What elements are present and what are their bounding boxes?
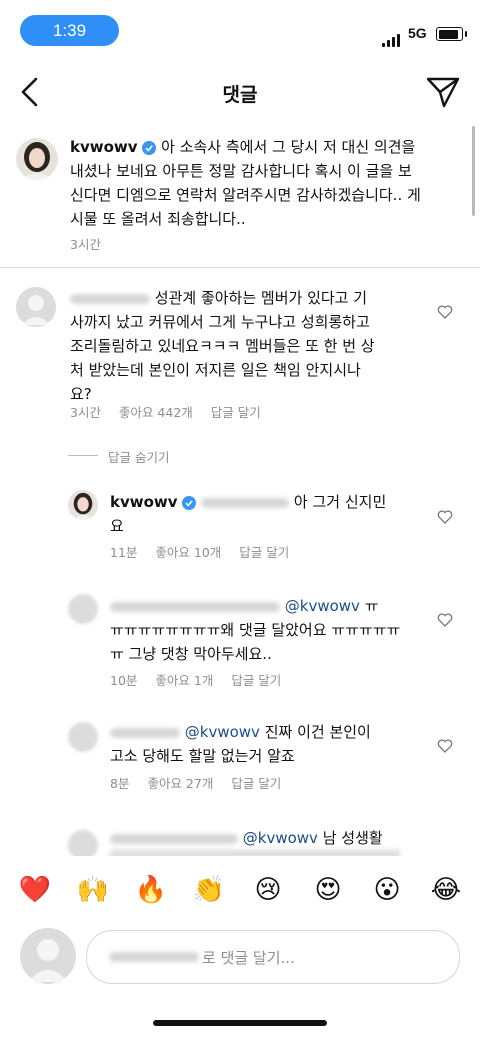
- reply-mention[interactable]: @kvwowv: [185, 723, 260, 741]
- scrollbar[interactable]: [472, 126, 475, 216]
- reply-line: ㅠㅠㅠㅠㅠㅠㅠㅠ왜 댓글 달았어요 ㅠㅠㅠㅠㅠ: [110, 621, 401, 639]
- my-avatar[interactable]: [20, 928, 76, 984]
- blurred-username: [110, 601, 280, 612]
- caption-line: 신다면 디엠으로 연락처 알려주시면 감사하겠습니다.. 게: [70, 186, 421, 204]
- reply-line: 진짜 이건 본인이: [264, 723, 371, 741]
- caption-text: kvwowv 아 소속사 측에서 그 당시 저 대신 의견을 내셨나 보네요 아…: [70, 135, 465, 231]
- reply-line: 고소 당해도 할말 없는거 알죠: [110, 747, 295, 765]
- caption-line: 아 소속사 측에서 그 당시 저 대신 의견을: [161, 138, 416, 156]
- caption-line: 내셨나 보네요 아무튼 정말 감사합니다 혹시 이 글을 보: [70, 162, 412, 180]
- send-icon[interactable]: [424, 74, 462, 110]
- comment-avatar[interactable]: [16, 287, 56, 327]
- caption-avatar[interactable]: [16, 138, 58, 180]
- comment-text: 성관계 좋아하는 멤버가 있다고 기 사까지 났고 커뮤에서 그게 누구냐고 성…: [70, 286, 442, 406]
- reply-likes[interactable]: 좋아요 10개: [155, 545, 221, 560]
- hide-replies-line: [68, 455, 98, 456]
- status-time: 1:39: [20, 15, 119, 46]
- comment-line: 처 받았는데 본인이 저지른 일은 책임 안지시나: [70, 361, 361, 379]
- comment-meta: 3시간 좋아요 442개 답글 달기: [70, 402, 275, 421]
- comment-line: 사까지 났고 커뮤에서 그게 누구냐고 성희롱하고: [70, 313, 370, 331]
- reply-text: @kvwowv 진짜 이건 본인이 고소 당해도 할말 없는거 알죠: [110, 720, 430, 768]
- emoji-raised-hands[interactable]: 🙌: [75, 872, 111, 908]
- reply-text: kvwowv 아 그거 신지민 요: [110, 490, 430, 538]
- reply-line: ㅠ 그냥 댓창 막아두세요..: [110, 645, 272, 663]
- reply-text: @kvwowv ㅠ ㅠㅠㅠㅠㅠㅠㅠㅠ왜 댓글 달았어요 ㅠㅠㅠㅠㅠ ㅠ 그냥 댓…: [110, 594, 430, 666]
- reply-meta: 10분 좋아요 1개 답글 달기: [110, 670, 295, 689]
- emoji-heart[interactable]: ❤️: [17, 872, 53, 908]
- caption-time: 3시간: [70, 237, 101, 252]
- reply-mention[interactable]: @kvwowv: [243, 829, 318, 847]
- emoji-laughing[interactable]: 😂: [428, 872, 464, 908]
- signal-icon: [382, 28, 402, 47]
- reply-button[interactable]: 답글 달기: [231, 776, 281, 791]
- hide-replies-button[interactable]: 답글 숨기기: [108, 447, 169, 466]
- battery-icon: [436, 27, 467, 41]
- blurred-username: [110, 833, 238, 844]
- heart-icon[interactable]: [437, 738, 453, 754]
- verified-badge-icon: [182, 496, 197, 510]
- heart-icon[interactable]: [437, 509, 453, 525]
- blurred-username: [70, 293, 150, 304]
- reply-username[interactable]: kvwowv: [110, 493, 178, 511]
- reply-time: 11분: [110, 545, 138, 560]
- reply-button[interactable]: 답글 달기: [211, 405, 261, 420]
- reply-line: 요: [110, 517, 124, 535]
- reply-likes[interactable]: 좋아요 27개: [147, 776, 213, 791]
- reply-line: ㅠ: [364, 597, 379, 615]
- reply-button[interactable]: 답글 달기: [239, 545, 289, 560]
- reply-likes[interactable]: 좋아요 1개: [155, 673, 213, 688]
- blurred-username: [109, 952, 199, 962]
- blurred-mention: [201, 497, 290, 508]
- page-title: 댓글: [222, 84, 258, 106]
- reply-mention[interactable]: @kvwowv: [285, 597, 360, 615]
- heart-icon[interactable]: [437, 304, 453, 320]
- home-indicator[interactable]: [153, 1020, 327, 1026]
- comment-likes[interactable]: 좋아요 442개: [119, 405, 193, 420]
- reply-button[interactable]: 답글 달기: [231, 673, 281, 688]
- comment-input-placeholder: 로 댓글 달기...: [202, 949, 295, 967]
- comment-line: 조리돌림하고 있네요ㅋㅋㅋ 멤버들은 또 한 번 상: [70, 337, 375, 355]
- reply-text: @kvwowv 남 성생활: [110, 826, 430, 850]
- emoji-fire[interactable]: 🔥: [133, 872, 169, 908]
- reply-avatar[interactable]: [68, 594, 98, 624]
- reply-avatar[interactable]: [68, 490, 98, 520]
- reply-meta: 11분 좋아요 10개 답글 달기: [110, 542, 303, 561]
- reply-avatar[interactable]: [68, 722, 98, 752]
- reply-time: 10분: [110, 673, 138, 688]
- reply-time: 8분: [110, 776, 130, 791]
- caption-line: 시물 또 올려서 죄송합니다..: [70, 210, 246, 228]
- heart-icon[interactable]: [437, 612, 453, 628]
- emoji-surprised[interactable]: 😮: [369, 872, 405, 908]
- blurred-username: [110, 727, 180, 738]
- reply-meta: 8분 좋아요 27개 답글 달기: [110, 773, 295, 792]
- emoji-clapping[interactable]: 👏: [191, 872, 227, 908]
- comment-line: 성관계 좋아하는 멤버가 있다고 기: [154, 289, 368, 307]
- emoji-heart-eyes[interactable]: 😍: [310, 872, 346, 908]
- caption-username[interactable]: kvwowv: [70, 138, 138, 156]
- comment-time: 3시간: [70, 405, 101, 420]
- reply-line: 아 그거 신지민: [293, 493, 387, 511]
- emoji-bar: ❤️ 🙌 🔥 👏 😢 😍 😮 😂: [0, 872, 480, 908]
- emoji-crying[interactable]: 😢: [250, 872, 286, 908]
- network-label: 5G: [408, 25, 427, 41]
- verified-badge-icon: [142, 141, 157, 155]
- comment-input[interactable]: 로 댓글 달기...: [86, 930, 460, 984]
- reply-line: 남 성생활: [322, 829, 383, 847]
- divider: [0, 267, 480, 268]
